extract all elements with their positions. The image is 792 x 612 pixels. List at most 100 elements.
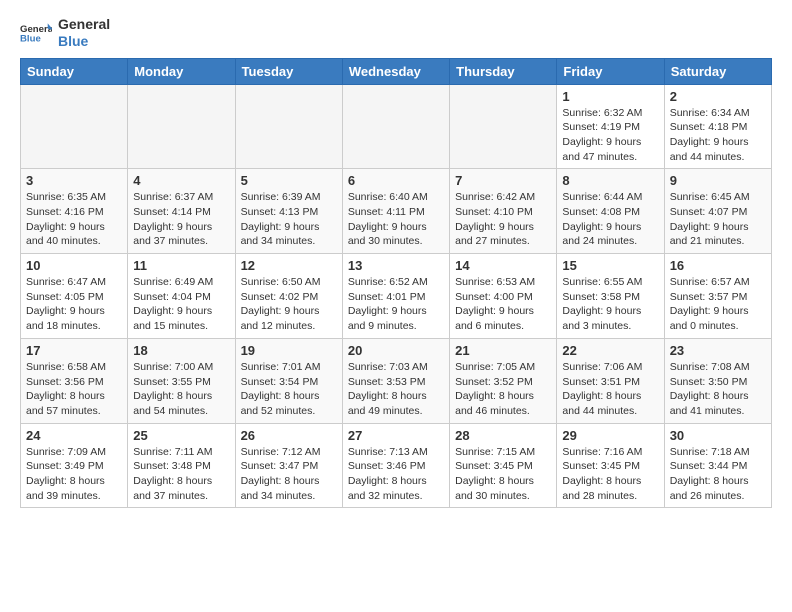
day-number: 26 — [241, 428, 337, 443]
day-number: 20 — [348, 343, 444, 358]
day-info: Sunrise: 6:32 AM Sunset: 4:19 PM Dayligh… — [562, 106, 658, 165]
calendar-cell — [342, 84, 449, 169]
day-info: Sunrise: 7:16 AM Sunset: 3:45 PM Dayligh… — [562, 445, 658, 504]
calendar-header-row: SundayMondayTuesdayWednesdayThursdayFrid… — [21, 58, 772, 84]
weekday-header-thursday: Thursday — [450, 58, 557, 84]
calendar-cell: 8 Sunrise: 6:44 AM Sunset: 4:08 PM Daylig… — [557, 169, 664, 254]
day-info: Sunrise: 6:42 AM Sunset: 4:10 PM Dayligh… — [455, 190, 551, 249]
day-number: 27 — [348, 428, 444, 443]
day-info: Sunrise: 7:06 AM Sunset: 3:51 PM Dayligh… — [562, 360, 658, 419]
day-number: 4 — [133, 173, 229, 188]
calendar-cell: 3 Sunrise: 6:35 AM Sunset: 4:16 PM Daylig… — [21, 169, 128, 254]
calendar-cell: 12 Sunrise: 6:50 AM Sunset: 4:02 PM Dayli… — [235, 254, 342, 339]
calendar-cell: 6 Sunrise: 6:40 AM Sunset: 4:11 PM Daylig… — [342, 169, 449, 254]
day-number: 8 — [562, 173, 658, 188]
calendar-cell: 13 Sunrise: 6:52 AM Sunset: 4:01 PM Dayli… — [342, 254, 449, 339]
weekday-header-monday: Monday — [128, 58, 235, 84]
day-info: Sunrise: 6:39 AM Sunset: 4:13 PM Dayligh… — [241, 190, 337, 249]
day-info: Sunrise: 7:15 AM Sunset: 3:45 PM Dayligh… — [455, 445, 551, 504]
calendar-week-2: 3 Sunrise: 6:35 AM Sunset: 4:16 PM Daylig… — [21, 169, 772, 254]
day-number: 10 — [26, 258, 122, 273]
day-number: 3 — [26, 173, 122, 188]
day-number: 7 — [455, 173, 551, 188]
day-info: Sunrise: 7:01 AM Sunset: 3:54 PM Dayligh… — [241, 360, 337, 419]
day-info: Sunrise: 6:52 AM Sunset: 4:01 PM Dayligh… — [348, 275, 444, 334]
weekday-header-saturday: Saturday — [664, 58, 771, 84]
day-info: Sunrise: 7:00 AM Sunset: 3:55 PM Dayligh… — [133, 360, 229, 419]
calendar-cell: 29 Sunrise: 7:16 AM Sunset: 3:45 PM Dayli… — [557, 423, 664, 508]
day-number: 21 — [455, 343, 551, 358]
calendar-week-3: 10 Sunrise: 6:47 AM Sunset: 4:05 PM Dayli… — [21, 254, 772, 339]
calendar-cell: 25Sunrise: 7:11 AM Sunset: 3:48 PM Dayli… — [128, 423, 235, 508]
day-number: 6 — [348, 173, 444, 188]
day-info: Sunrise: 6:50 AM Sunset: 4:02 PM Dayligh… — [241, 275, 337, 334]
logo-general: General — [58, 16, 110, 33]
svg-text:Blue: Blue — [20, 33, 41, 44]
day-info: Sunrise: 7:05 AM Sunset: 3:52 PM Dayligh… — [455, 360, 551, 419]
day-number: 11 — [133, 258, 229, 273]
day-info: Sunrise: 6:58 AM Sunset: 3:56 PM Dayligh… — [26, 360, 122, 419]
calendar-week-5: 24 Sunrise: 7:09 AM Sunset: 3:49 PM Dayli… — [21, 423, 772, 508]
calendar-cell: 28 Sunrise: 7:15 AM Sunset: 3:45 PM Dayli… — [450, 423, 557, 508]
day-number: 13 — [348, 258, 444, 273]
day-info: Sunrise: 6:55 AM Sunset: 3:58 PM Dayligh… — [562, 275, 658, 334]
day-info: Sunrise: 6:44 AM Sunset: 4:08 PM Dayligh… — [562, 190, 658, 249]
day-info: Sunrise: 6:57 AM Sunset: 3:57 PM Dayligh… — [670, 275, 766, 334]
calendar-cell — [235, 84, 342, 169]
day-number: 1 — [562, 89, 658, 104]
calendar-cell: 22 Sunrise: 7:06 AM Sunset: 3:51 PM Dayli… — [557, 338, 664, 423]
calendar-cell: 14Sunrise: 6:53 AM Sunset: 4:00 PM Dayli… — [450, 254, 557, 339]
calendar-cell: 2Sunrise: 6:34 AM Sunset: 4:18 PM Daylig… — [664, 84, 771, 169]
day-number: 22 — [562, 343, 658, 358]
day-number: 29 — [562, 428, 658, 443]
weekday-header-sunday: Sunday — [21, 58, 128, 84]
calendar-cell — [450, 84, 557, 169]
calendar-cell — [128, 84, 235, 169]
calendar-cell: 1 Sunrise: 6:32 AM Sunset: 4:19 PM Daylig… — [557, 84, 664, 169]
day-number: 19 — [241, 343, 337, 358]
calendar-cell: 20Sunrise: 7:03 AM Sunset: 3:53 PM Dayli… — [342, 338, 449, 423]
day-info: Sunrise: 7:18 AM Sunset: 3:44 PM Dayligh… — [670, 445, 766, 504]
day-number: 18 — [133, 343, 229, 358]
day-info: Sunrise: 6:37 AM Sunset: 4:14 PM Dayligh… — [133, 190, 229, 249]
day-info: Sunrise: 6:40 AM Sunset: 4:11 PM Dayligh… — [348, 190, 444, 249]
day-number: 16 — [670, 258, 766, 273]
calendar-cell: 30Sunrise: 7:18 AM Sunset: 3:44 PM Dayli… — [664, 423, 771, 508]
day-info: Sunrise: 7:08 AM Sunset: 3:50 PM Dayligh… — [670, 360, 766, 419]
header: General Blue General Blue — [20, 16, 772, 50]
calendar-cell: 10 Sunrise: 6:47 AM Sunset: 4:05 PM Dayli… — [21, 254, 128, 339]
calendar-cell: 18 Sunrise: 7:00 AM Sunset: 3:55 PM Dayli… — [128, 338, 235, 423]
weekday-header-wednesday: Wednesday — [342, 58, 449, 84]
day-number: 24 — [26, 428, 122, 443]
day-number: 12 — [241, 258, 337, 273]
calendar-cell: 26Sunrise: 7:12 AM Sunset: 3:47 PM Dayli… — [235, 423, 342, 508]
calendar-cell: 9 Sunrise: 6:45 AM Sunset: 4:07 PM Daylig… — [664, 169, 771, 254]
calendar-cell: 7 Sunrise: 6:42 AM Sunset: 4:10 PM Daylig… — [450, 169, 557, 254]
day-info: Sunrise: 7:09 AM Sunset: 3:49 PM Dayligh… — [26, 445, 122, 504]
calendar-cell: 23 Sunrise: 7:08 AM Sunset: 3:50 PM Dayli… — [664, 338, 771, 423]
day-info: Sunrise: 6:53 AM Sunset: 4:00 PM Dayligh… — [455, 275, 551, 334]
page: General Blue General Blue SundayMondayTu… — [0, 0, 792, 612]
day-info: Sunrise: 6:45 AM Sunset: 4:07 PM Dayligh… — [670, 190, 766, 249]
logo: General Blue General Blue — [20, 16, 110, 50]
day-number: 9 — [670, 173, 766, 188]
calendar-cell: 4 Sunrise: 6:37 AM Sunset: 4:14 PM Daylig… — [128, 169, 235, 254]
day-info: Sunrise: 6:34 AM Sunset: 4:18 PM Dayligh… — [670, 106, 766, 165]
calendar-week-4: 17 Sunrise: 6:58 AM Sunset: 3:56 PM Dayli… — [21, 338, 772, 423]
calendar-cell: 5 Sunrise: 6:39 AM Sunset: 4:13 PM Daylig… — [235, 169, 342, 254]
calendar-cell: 24 Sunrise: 7:09 AM Sunset: 3:49 PM Dayli… — [21, 423, 128, 508]
day-number: 5 — [241, 173, 337, 188]
weekday-header-tuesday: Tuesday — [235, 58, 342, 84]
day-number: 17 — [26, 343, 122, 358]
day-info: Sunrise: 7:11 AM Sunset: 3:48 PM Dayligh… — [133, 445, 229, 504]
logo-svg: General Blue — [20, 17, 52, 49]
day-number: 23 — [670, 343, 766, 358]
day-number: 28 — [455, 428, 551, 443]
calendar-cell: 16 Sunrise: 6:57 AM Sunset: 3:57 PM Dayli… — [664, 254, 771, 339]
day-info: Sunrise: 6:47 AM Sunset: 4:05 PM Dayligh… — [26, 275, 122, 334]
calendar-cell: 27Sunrise: 7:13 AM Sunset: 3:46 PM Dayli… — [342, 423, 449, 508]
logo-blue: Blue — [58, 33, 110, 50]
calendar-cell — [21, 84, 128, 169]
calendar-cell: 21 Sunrise: 7:05 AM Sunset: 3:52 PM Dayli… — [450, 338, 557, 423]
day-info: Sunrise: 6:35 AM Sunset: 4:16 PM Dayligh… — [26, 190, 122, 249]
